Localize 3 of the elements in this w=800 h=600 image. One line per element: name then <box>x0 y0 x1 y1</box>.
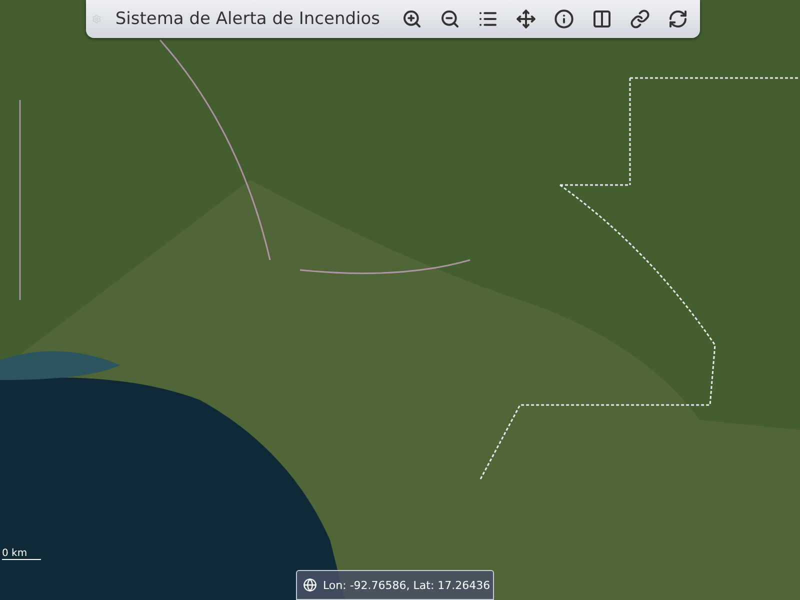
coordinates-text: Lon: -92.76586, Lat: 17.26436 <box>323 578 490 592</box>
app-title: Sistema de Alerta de Incendios <box>115 9 380 29</box>
scale-bar: 0 km <box>2 548 42 560</box>
